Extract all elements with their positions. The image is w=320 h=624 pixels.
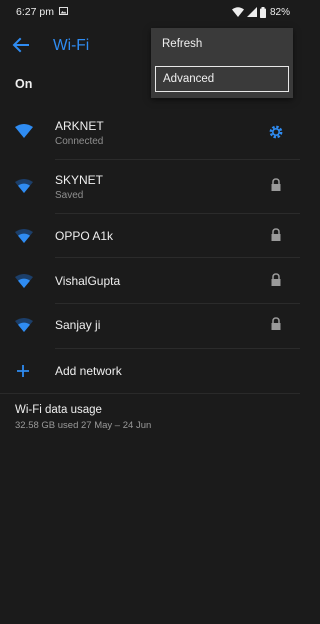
usage-detail: 32.58 GB used 27 May – 24 Jun bbox=[15, 420, 152, 431]
row-divider bbox=[55, 303, 300, 304]
add-network-button[interactable]: Add network bbox=[0, 358, 300, 386]
usage-title: Wi-Fi data usage bbox=[15, 404, 102, 416]
gear-icon[interactable] bbox=[268, 124, 284, 140]
network-row[interactable]: SKYNET Saved bbox=[0, 169, 300, 209]
menu-item-advanced[interactable]: Advanced bbox=[155, 66, 289, 92]
cell-signal-icon bbox=[246, 7, 257, 17]
gallery-icon bbox=[59, 7, 68, 15]
network-status: Saved bbox=[55, 190, 84, 201]
section-divider bbox=[0, 393, 300, 394]
wifi-signal-full-icon bbox=[15, 124, 33, 138]
wifi-signal-icon bbox=[15, 179, 33, 193]
network-status: Connected bbox=[55, 136, 104, 147]
plus-icon bbox=[17, 365, 29, 377]
battery-icon bbox=[259, 6, 266, 18]
back-arrow-icon[interactable] bbox=[10, 34, 32, 56]
wifi-toggle-label[interactable]: On bbox=[15, 77, 32, 91]
status-time: 6:27 pm bbox=[16, 6, 54, 18]
lock-icon bbox=[271, 317, 281, 330]
lock-icon bbox=[271, 273, 281, 286]
network-name: VishalGupta bbox=[55, 274, 121, 288]
wifi-status-icon bbox=[231, 7, 244, 17]
network-row[interactable]: Sanjay ji bbox=[0, 311, 300, 339]
network-row[interactable]: OPPO A1k bbox=[0, 222, 300, 250]
overflow-menu: Refresh Advanced bbox=[151, 28, 293, 98]
battery-percent: 82% bbox=[269, 6, 290, 18]
menu-item-label: Refresh bbox=[162, 38, 203, 50]
wifi-signal-icon bbox=[15, 274, 33, 288]
row-divider bbox=[55, 159, 300, 160]
row-divider bbox=[55, 348, 300, 349]
network-row[interactable]: VishalGupta bbox=[0, 267, 300, 295]
lock-icon bbox=[271, 178, 281, 191]
network-name: SKYNET bbox=[55, 173, 104, 187]
row-divider bbox=[55, 257, 300, 258]
wifi-signal-icon bbox=[15, 229, 33, 243]
status-icons: 82% bbox=[231, 5, 290, 19]
add-network-label: Add network bbox=[55, 364, 122, 378]
menu-item-label: Advanced bbox=[163, 73, 215, 85]
row-divider bbox=[55, 213, 300, 214]
network-row[interactable]: ARKNET Connected bbox=[0, 115, 300, 155]
wifi-signal-icon bbox=[15, 318, 33, 332]
lock-icon bbox=[271, 228, 281, 241]
network-name: ARKNET bbox=[55, 119, 104, 133]
network-name: Sanjay ji bbox=[55, 318, 101, 332]
page-title: Wi-Fi bbox=[53, 37, 90, 54]
menu-item-refresh[interactable]: Refresh bbox=[151, 31, 293, 61]
status-bar: 6:27 pm 82% bbox=[0, 0, 300, 24]
network-name: OPPO A1k bbox=[55, 229, 114, 243]
